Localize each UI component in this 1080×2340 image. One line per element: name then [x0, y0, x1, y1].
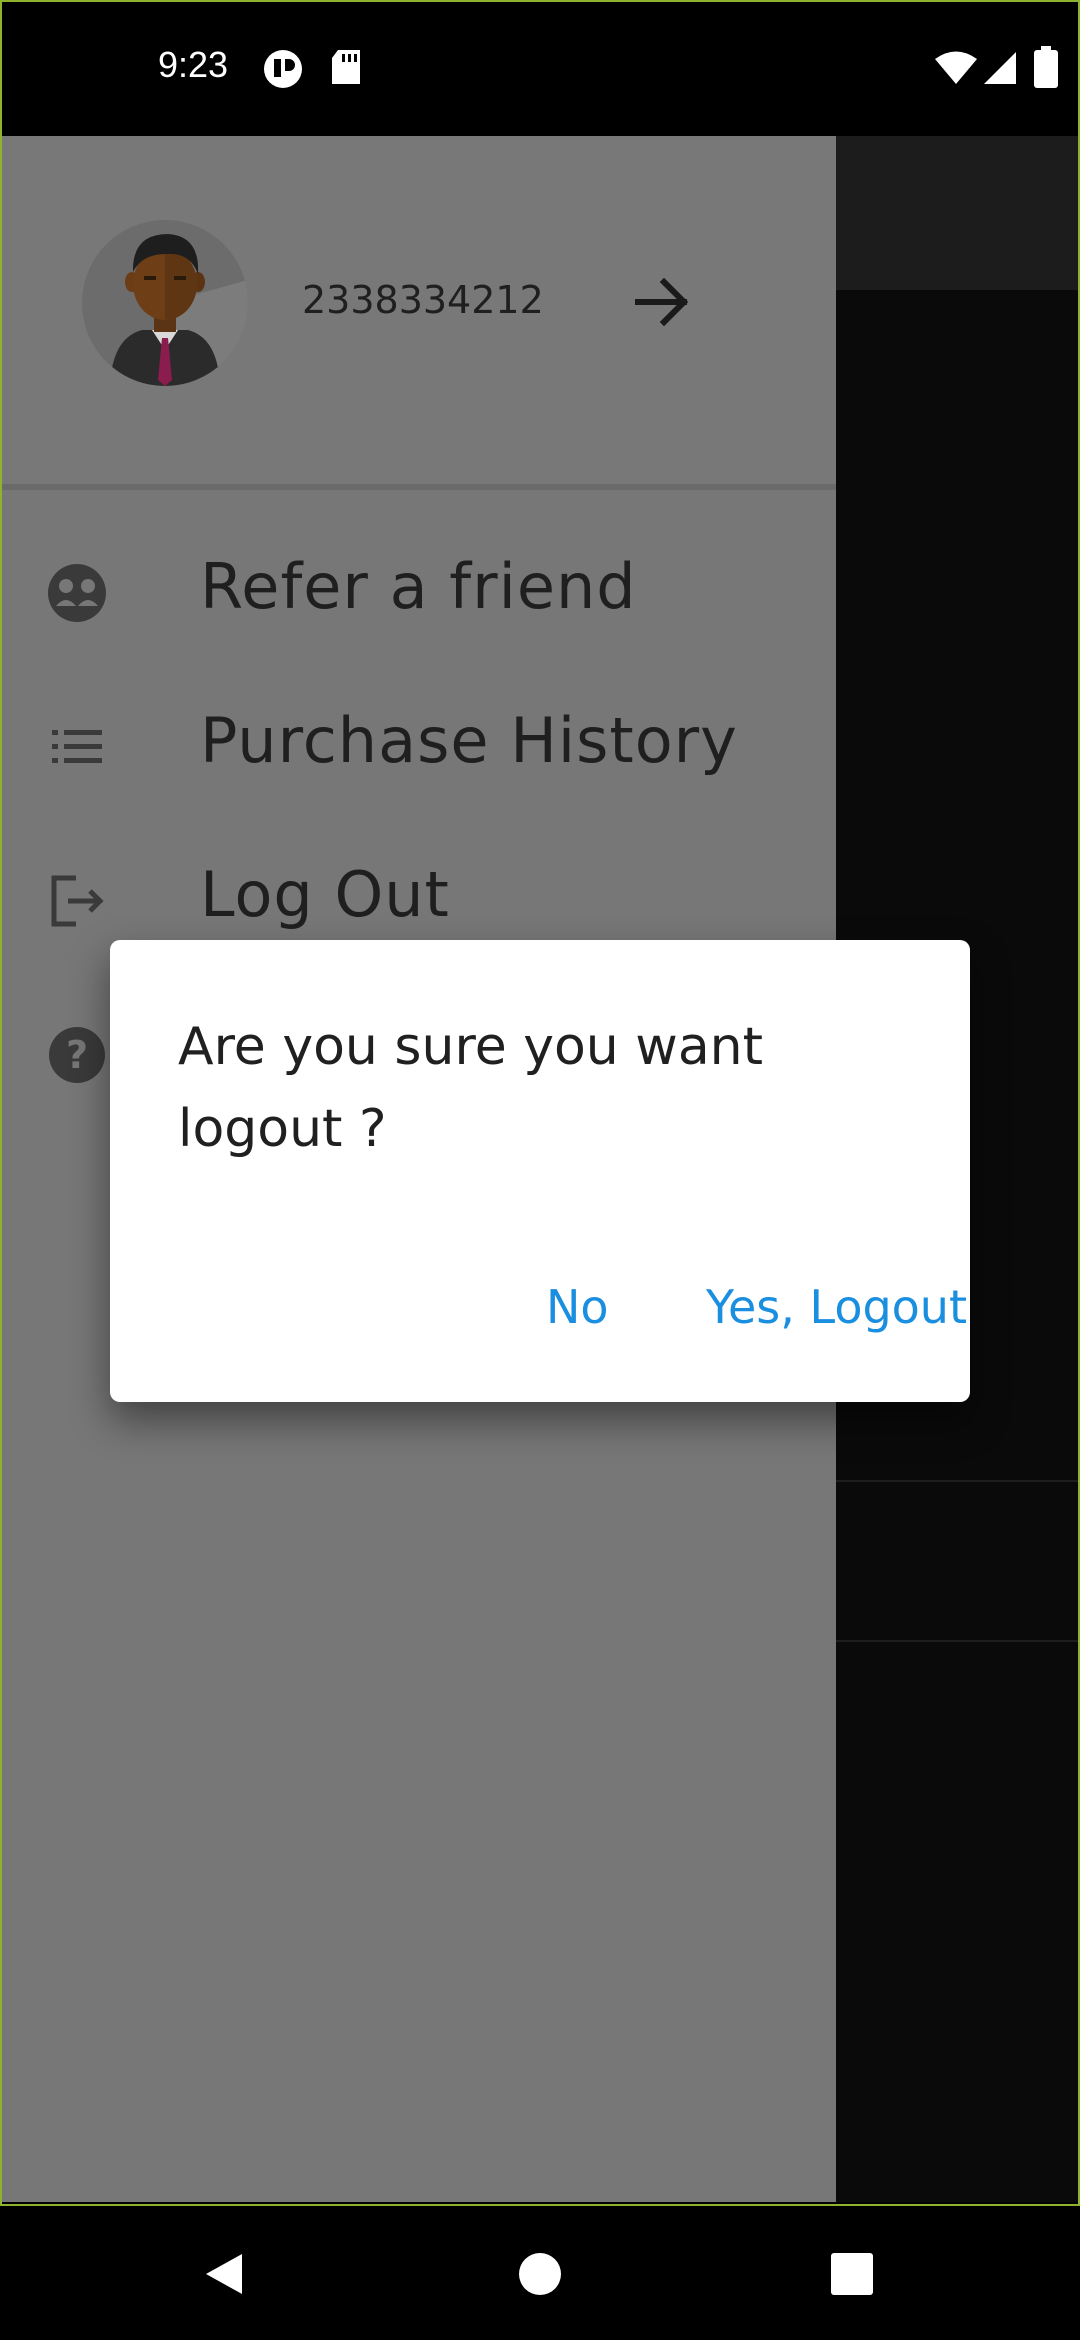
battery-icon — [1034, 46, 1058, 88]
businessman-avatar-icon — [82, 220, 248, 386]
logout-icon — [51, 875, 104, 927]
phone-number: 2338334212 — [302, 278, 544, 322]
no-button[interactable]: No — [546, 1280, 609, 1334]
back-icon[interactable] — [202, 2252, 246, 2296]
list-icon — [52, 730, 102, 763]
drawer-item-label: Log Out — [200, 858, 450, 931]
recents-icon[interactable] — [830, 2252, 874, 2296]
drawer-item-label: Refer a friend — [200, 550, 637, 623]
sd-card-icon — [332, 50, 360, 84]
arrow-right-icon[interactable] — [628, 268, 696, 336]
background-divider — [836, 1640, 1080, 1642]
help-icon: ? — [49, 1027, 105, 1083]
svg-text:?: ? — [66, 1033, 88, 1077]
dialog-message: Are you sure you want logout ? — [178, 1017, 764, 1159]
cellular-signal-icon — [984, 52, 1016, 84]
wifi-icon — [935, 51, 977, 84]
background-divider — [836, 1480, 1080, 1482]
status-time: 9:23 — [158, 44, 229, 85]
drawer-item-label: Purchase History — [200, 704, 738, 777]
refer-friend-icon — [48, 564, 106, 622]
header-divider — [0, 484, 836, 490]
drawer-item-purchase-history[interactable]: Purchase History — [0, 672, 836, 812]
background-app-toolbar — [836, 136, 1080, 290]
yes-logout-button[interactable]: Yes, Logout — [706, 1280, 967, 1334]
home-icon[interactable] — [518, 2252, 562, 2296]
system-nav-bar — [0, 2206, 1080, 2340]
logout-confirm-dialog: Are you sure you want logout ? No Yes, L… — [110, 940, 970, 1402]
avatar[interactable] — [82, 220, 248, 386]
status-bar: 9:23 — [0, 0, 1080, 136]
drawer-item-refer-a-friend[interactable]: Refer a friend — [0, 518, 836, 658]
drawer-header[interactable]: 2338334212 — [0, 136, 836, 486]
notification-app-icon — [264, 50, 302, 88]
